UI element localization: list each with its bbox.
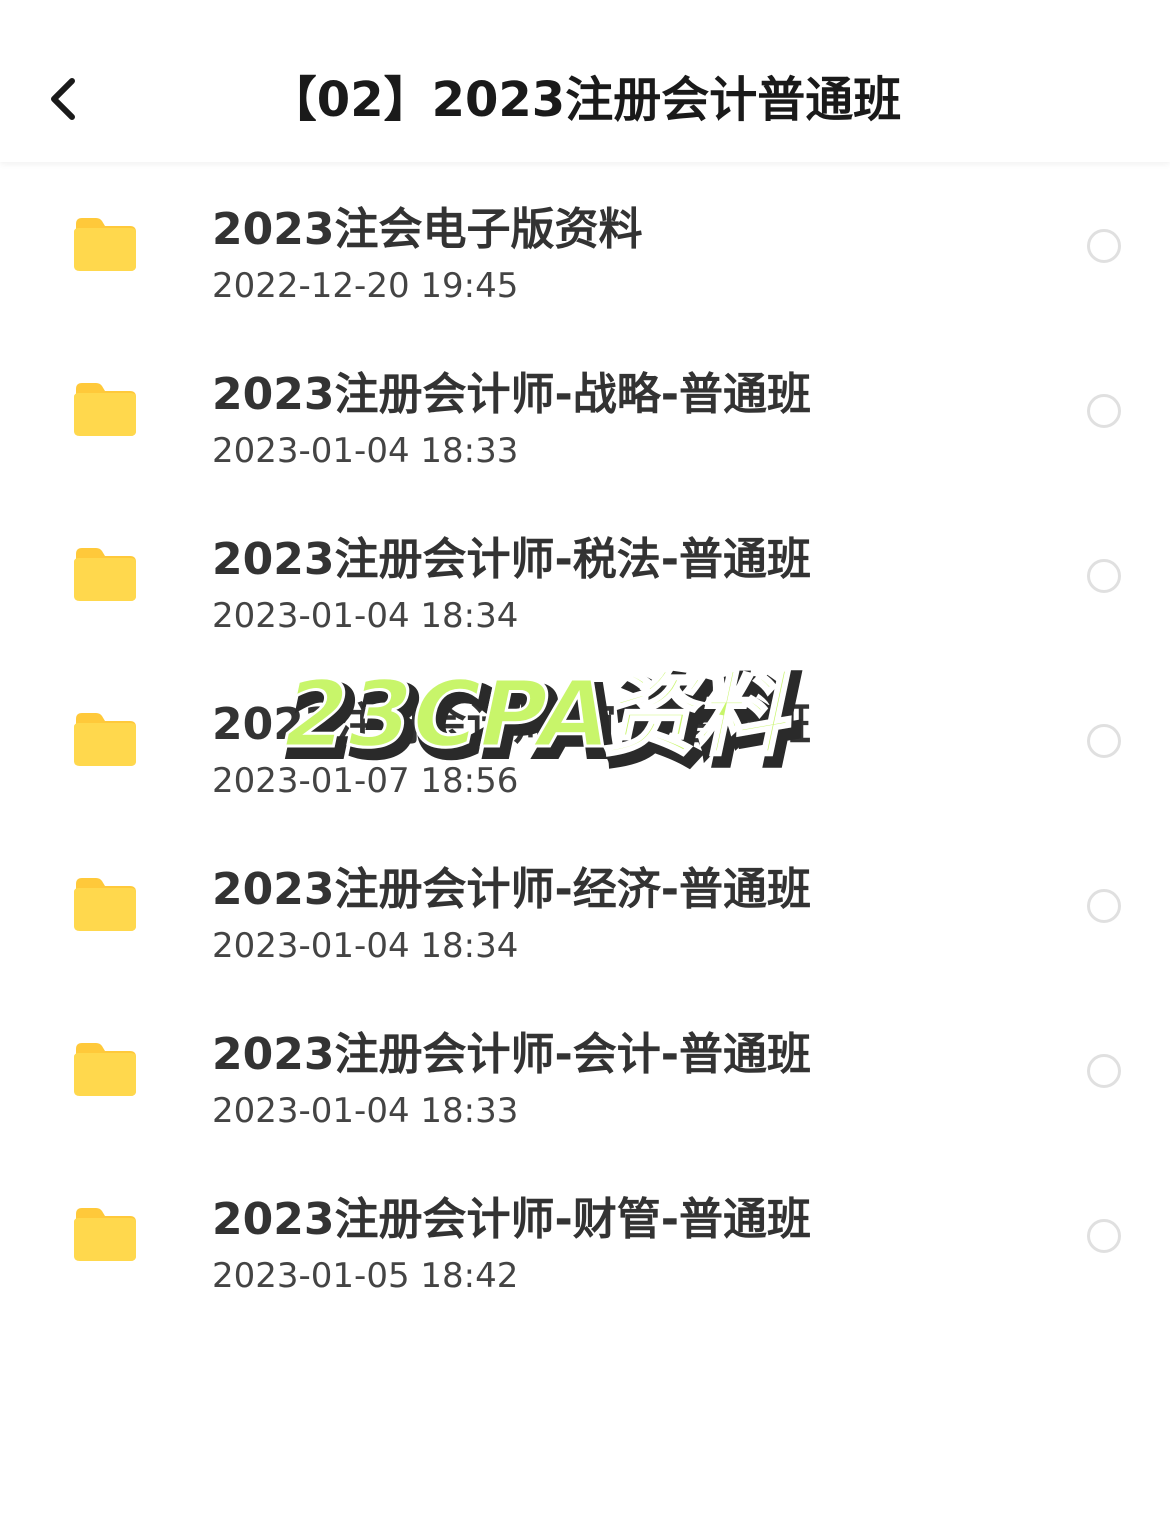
folder-row[interactable]: 2023注会电子版资料 2022-12-20 19:45 bbox=[0, 162, 1170, 327]
file-list: 2023注会电子版资料 2022-12-20 19:45 2023注册会计师-战… bbox=[0, 162, 1170, 1317]
folder-row[interactable]: 2023注册会计师-经济-普通班 2023-01-04 18:34 bbox=[0, 822, 1170, 987]
folder-row[interactable]: 2023注册会计师-战略-普通班 2023-01-04 18:33 bbox=[0, 327, 1170, 492]
folder-name: 2023注册会计师-审计-普通班 bbox=[212, 699, 811, 750]
radio-circle-icon[interactable] bbox=[1087, 724, 1121, 758]
folder-icon bbox=[74, 218, 136, 271]
folder-date: 2023-01-04 18:33 bbox=[212, 431, 519, 471]
folder-icon bbox=[74, 548, 136, 601]
folder-date: 2022-12-20 19:45 bbox=[212, 266, 519, 306]
file-browser-screen: 【02】2023注册会计普通班 2023注会电子版资料 2022-12-20 1… bbox=[0, 0, 1170, 1533]
folder-icon bbox=[74, 1043, 136, 1096]
folder-date: 2023-01-04 18:34 bbox=[212, 596, 519, 636]
folder-icon bbox=[74, 383, 136, 436]
folder-name: 2023注册会计师-税法-普通班 bbox=[212, 534, 811, 585]
radio-circle-icon[interactable] bbox=[1087, 559, 1121, 593]
folder-date: 2023-01-04 18:33 bbox=[212, 1091, 519, 1131]
radio-circle-icon[interactable] bbox=[1087, 1219, 1121, 1253]
folder-name: 2023注册会计师-财管-普通班 bbox=[212, 1194, 811, 1245]
folder-row[interactable]: 2023注册会计师-财管-普通班 2023-01-05 18:42 bbox=[0, 1152, 1170, 1317]
folder-row[interactable]: 2023注册会计师-税法-普通班 2023-01-04 18:34 bbox=[0, 492, 1170, 657]
back-button[interactable] bbox=[30, 64, 94, 134]
radio-circle-icon[interactable] bbox=[1087, 889, 1121, 923]
folder-name: 2023注册会计师-会计-普通班 bbox=[212, 1029, 811, 1080]
folder-name: 2023注会电子版资料 bbox=[212, 204, 643, 255]
radio-circle-icon[interactable] bbox=[1087, 229, 1121, 263]
folder-row[interactable]: 2023注册会计师-审计-普通班 2023-01-07 18:56 bbox=[0, 657, 1170, 822]
folder-icon bbox=[74, 878, 136, 931]
folder-date: 2023-01-07 18:56 bbox=[212, 761, 519, 801]
top-nav-bar: 【02】2023注册会计普通班 bbox=[0, 0, 1170, 162]
folder-row[interactable]: 2023注册会计师-会计-普通班 2023-01-04 18:33 bbox=[0, 987, 1170, 1152]
radio-circle-icon[interactable] bbox=[1087, 394, 1121, 428]
chevron-left-icon bbox=[51, 78, 75, 120]
folder-icon bbox=[74, 713, 136, 766]
radio-circle-icon[interactable] bbox=[1087, 1054, 1121, 1088]
folder-name: 2023注册会计师-经济-普通班 bbox=[212, 864, 811, 915]
page-title: 【02】2023注册会计普通班 bbox=[268, 72, 902, 128]
folder-name: 2023注册会计师-战略-普通班 bbox=[212, 369, 811, 420]
folder-date: 2023-01-04 18:34 bbox=[212, 926, 519, 966]
folder-date: 2023-01-05 18:42 bbox=[212, 1256, 519, 1296]
folder-icon bbox=[74, 1208, 136, 1261]
